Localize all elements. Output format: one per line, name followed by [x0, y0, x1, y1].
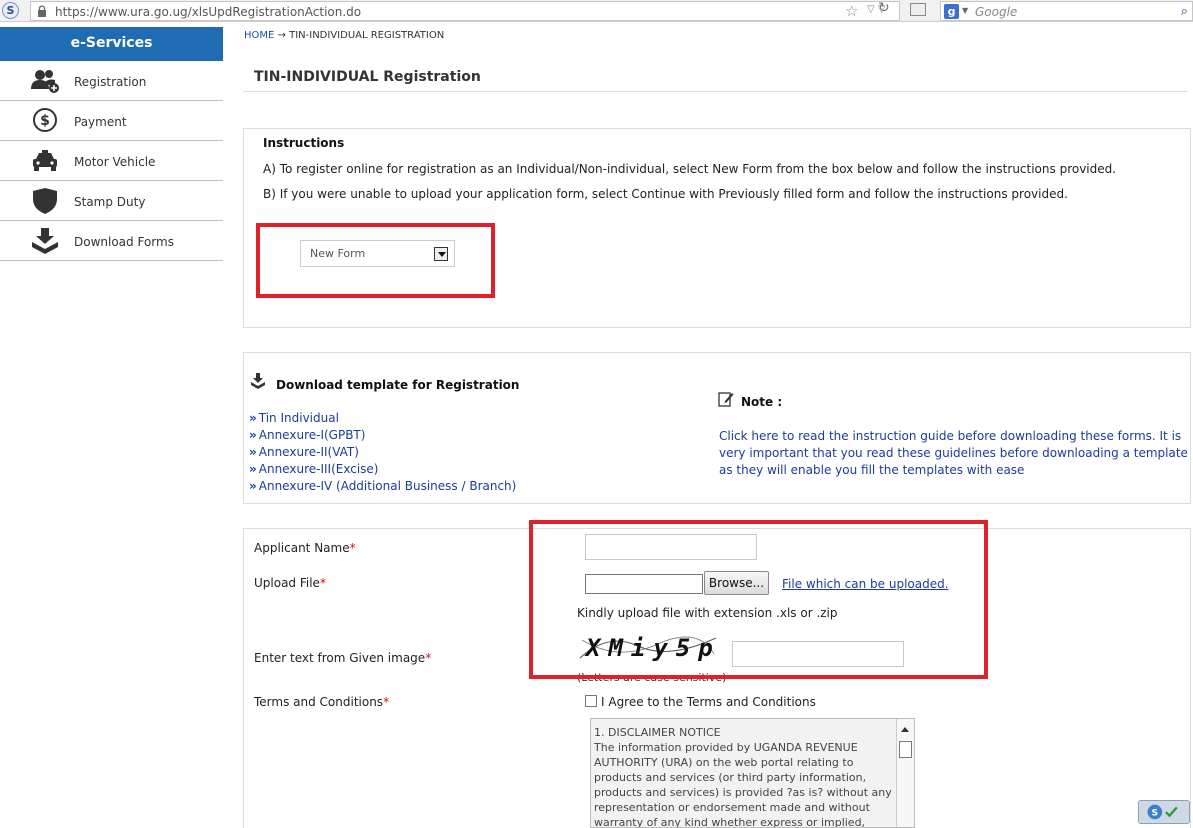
sidebar-item-label: Registration	[74, 75, 147, 89]
scroll-thumb[interactable]	[899, 741, 912, 758]
upload-file-label: Upload File*	[254, 576, 326, 590]
double-chevron-icon: »	[249, 411, 257, 425]
mail-icon[interactable]	[910, 3, 926, 16]
agree-terms-label: I Agree to the Terms and Conditions	[601, 695, 816, 709]
dropdown-arrow-icon[interactable]	[434, 247, 448, 261]
required-mark: *	[383, 695, 390, 709]
download-box-icon	[251, 373, 265, 389]
breadcrumb-separator: →	[277, 30, 286, 41]
captcha-label: Enter text from Given image*	[254, 651, 431, 665]
label-text: Applicant Name	[254, 541, 350, 555]
breadcrumb-current: TIN-INDIVIDUAL REGISTRATION	[289, 30, 445, 41]
double-chevron-icon: »	[249, 462, 257, 476]
double-chevron-icon: »	[249, 428, 257, 442]
template-link-annexure-3[interactable]: » Annexure-III(Excise)	[249, 462, 516, 479]
address-bar[interactable]: https://www.ura.go.ug/xlsUpdRegistration…	[30, 1, 900, 21]
user-group-icon	[31, 70, 59, 93]
double-chevron-icon: »	[249, 479, 257, 493]
sidebar-header: e-Services	[0, 27, 223, 61]
note-label: Note :	[741, 395, 783, 409]
link-label: Annexure-IV (Additional Business / Branc…	[258, 479, 517, 493]
breadcrumb-home-link[interactable]: HOME	[244, 30, 274, 41]
address-url: https://www.ura.go.ug/xlsUpdRegistration…	[55, 5, 362, 19]
reload-icon[interactable]: ↻	[878, 0, 890, 16]
download-box-icon	[32, 228, 58, 254]
page-title-bar: TIN-INDIVIDUAL Registration	[243, 58, 1188, 92]
terms-textarea[interactable]: 1. DISCLAIMER NOTICE The information pro…	[590, 718, 915, 828]
required-mark: *	[349, 541, 356, 555]
applicant-name-label: Applicant Name*	[254, 541, 356, 555]
required-mark: *	[319, 576, 326, 590]
sidebar-item-label: Stamp Duty	[74, 195, 146, 209]
svg-text:S: S	[1152, 808, 1159, 819]
link-label: Annexure-III(Excise)	[258, 462, 379, 476]
shield-icon	[33, 188, 57, 214]
lock-icon	[38, 5, 46, 17]
link-label: Annexure-II(VAT)	[258, 445, 359, 459]
browser-toolbar: S https://www.ura.go.ug/xlsUpdRegistrati…	[0, 0, 1193, 22]
form-type-select[interactable]: New Form	[300, 240, 455, 267]
page-title: TIN-INDIVIDUAL Registration	[254, 69, 481, 85]
template-link-annexure-1[interactable]: » Annexure-I(GPBT)	[249, 428, 516, 445]
instruction-line-a: A) To register online for registration a…	[263, 162, 1117, 176]
instructions-title: Instructions	[263, 136, 345, 150]
breadcrumb: HOME → TIN-INDIVIDUAL REGISTRATION	[244, 30, 444, 41]
google-engine-icon[interactable]: g	[944, 4, 959, 19]
double-chevron-icon: »	[249, 445, 257, 459]
system-tray-icon[interactable]: S	[1138, 800, 1190, 824]
label-text: Upload File	[254, 576, 320, 590]
instruction-line-b: B) If you were unable to upload your app…	[263, 187, 1068, 201]
note-edit-icon	[718, 392, 734, 407]
engine-dropdown-icon[interactable]: ▼	[962, 6, 968, 15]
sidebar-item-label: Motor Vehicle	[74, 155, 156, 169]
label-text: Enter text from Given image	[254, 651, 426, 665]
link-label: Annexure-I(GPBT)	[258, 428, 366, 442]
template-link-annexure-4[interactable]: » Annexure-IV (Additional Business / Bran…	[249, 479, 516, 496]
download-templates-panel: Download template for Registration » Tin …	[243, 352, 1191, 504]
template-link-tin-individual[interactable]: » Tin Individual	[249, 411, 516, 428]
eservices-sidebar: e-Services Registration $ Payment Motor …	[0, 27, 223, 261]
download-title: Download template for Registration	[276, 378, 520, 392]
car-icon	[33, 150, 57, 171]
terms-scrollbar[interactable]	[896, 719, 914, 827]
search-icon[interactable]: ⌕	[1181, 4, 1188, 19]
required-mark: *	[425, 651, 432, 665]
search-bar[interactable]: g ▼ Google ⌕	[940, 1, 1193, 21]
sidebar-item-motor-vehicle[interactable]: Motor Vehicle	[0, 141, 223, 181]
dollar-coin-icon: $	[33, 108, 57, 132]
sidebar-item-payment[interactable]: $ Payment	[0, 101, 223, 141]
sidebar-item-download-forms[interactable]: Download Forms	[0, 221, 223, 261]
svg-text:$: $	[40, 113, 50, 129]
label-text: Terms and Conditions	[254, 695, 384, 709]
instruction-guide-link[interactable]: Click here to read the instruction guide…	[719, 428, 1189, 479]
site-identity-icon[interactable]: S	[2, 2, 19, 19]
link-label: Tin Individual	[258, 411, 339, 425]
terms-label: Terms and Conditions*	[254, 695, 389, 709]
terms-content: 1. DISCLAIMER NOTICE The information pro…	[594, 726, 892, 828]
agree-terms-checkbox[interactable]	[585, 695, 597, 707]
highlight-box-upload	[529, 520, 988, 679]
bookmark-star-icon[interactable]: ☆	[845, 2, 858, 20]
template-link-list: » Tin Individual » Annexure-I(GPBT) » Annex…	[249, 411, 516, 496]
sidebar-item-label: Download Forms	[74, 235, 174, 249]
form-type-selected-value: New Form	[310, 247, 366, 260]
scroll-up-arrow-icon[interactable]	[901, 727, 909, 732]
search-placeholder: Google	[975, 5, 1018, 19]
sidebar-item-stamp-duty[interactable]: Stamp Duty	[0, 181, 223, 221]
template-link-annexure-2[interactable]: » Annexure-II(VAT)	[249, 445, 516, 462]
sidebar-item-label: Payment	[74, 115, 127, 129]
sidebar-item-registration[interactable]: Registration	[0, 61, 223, 101]
